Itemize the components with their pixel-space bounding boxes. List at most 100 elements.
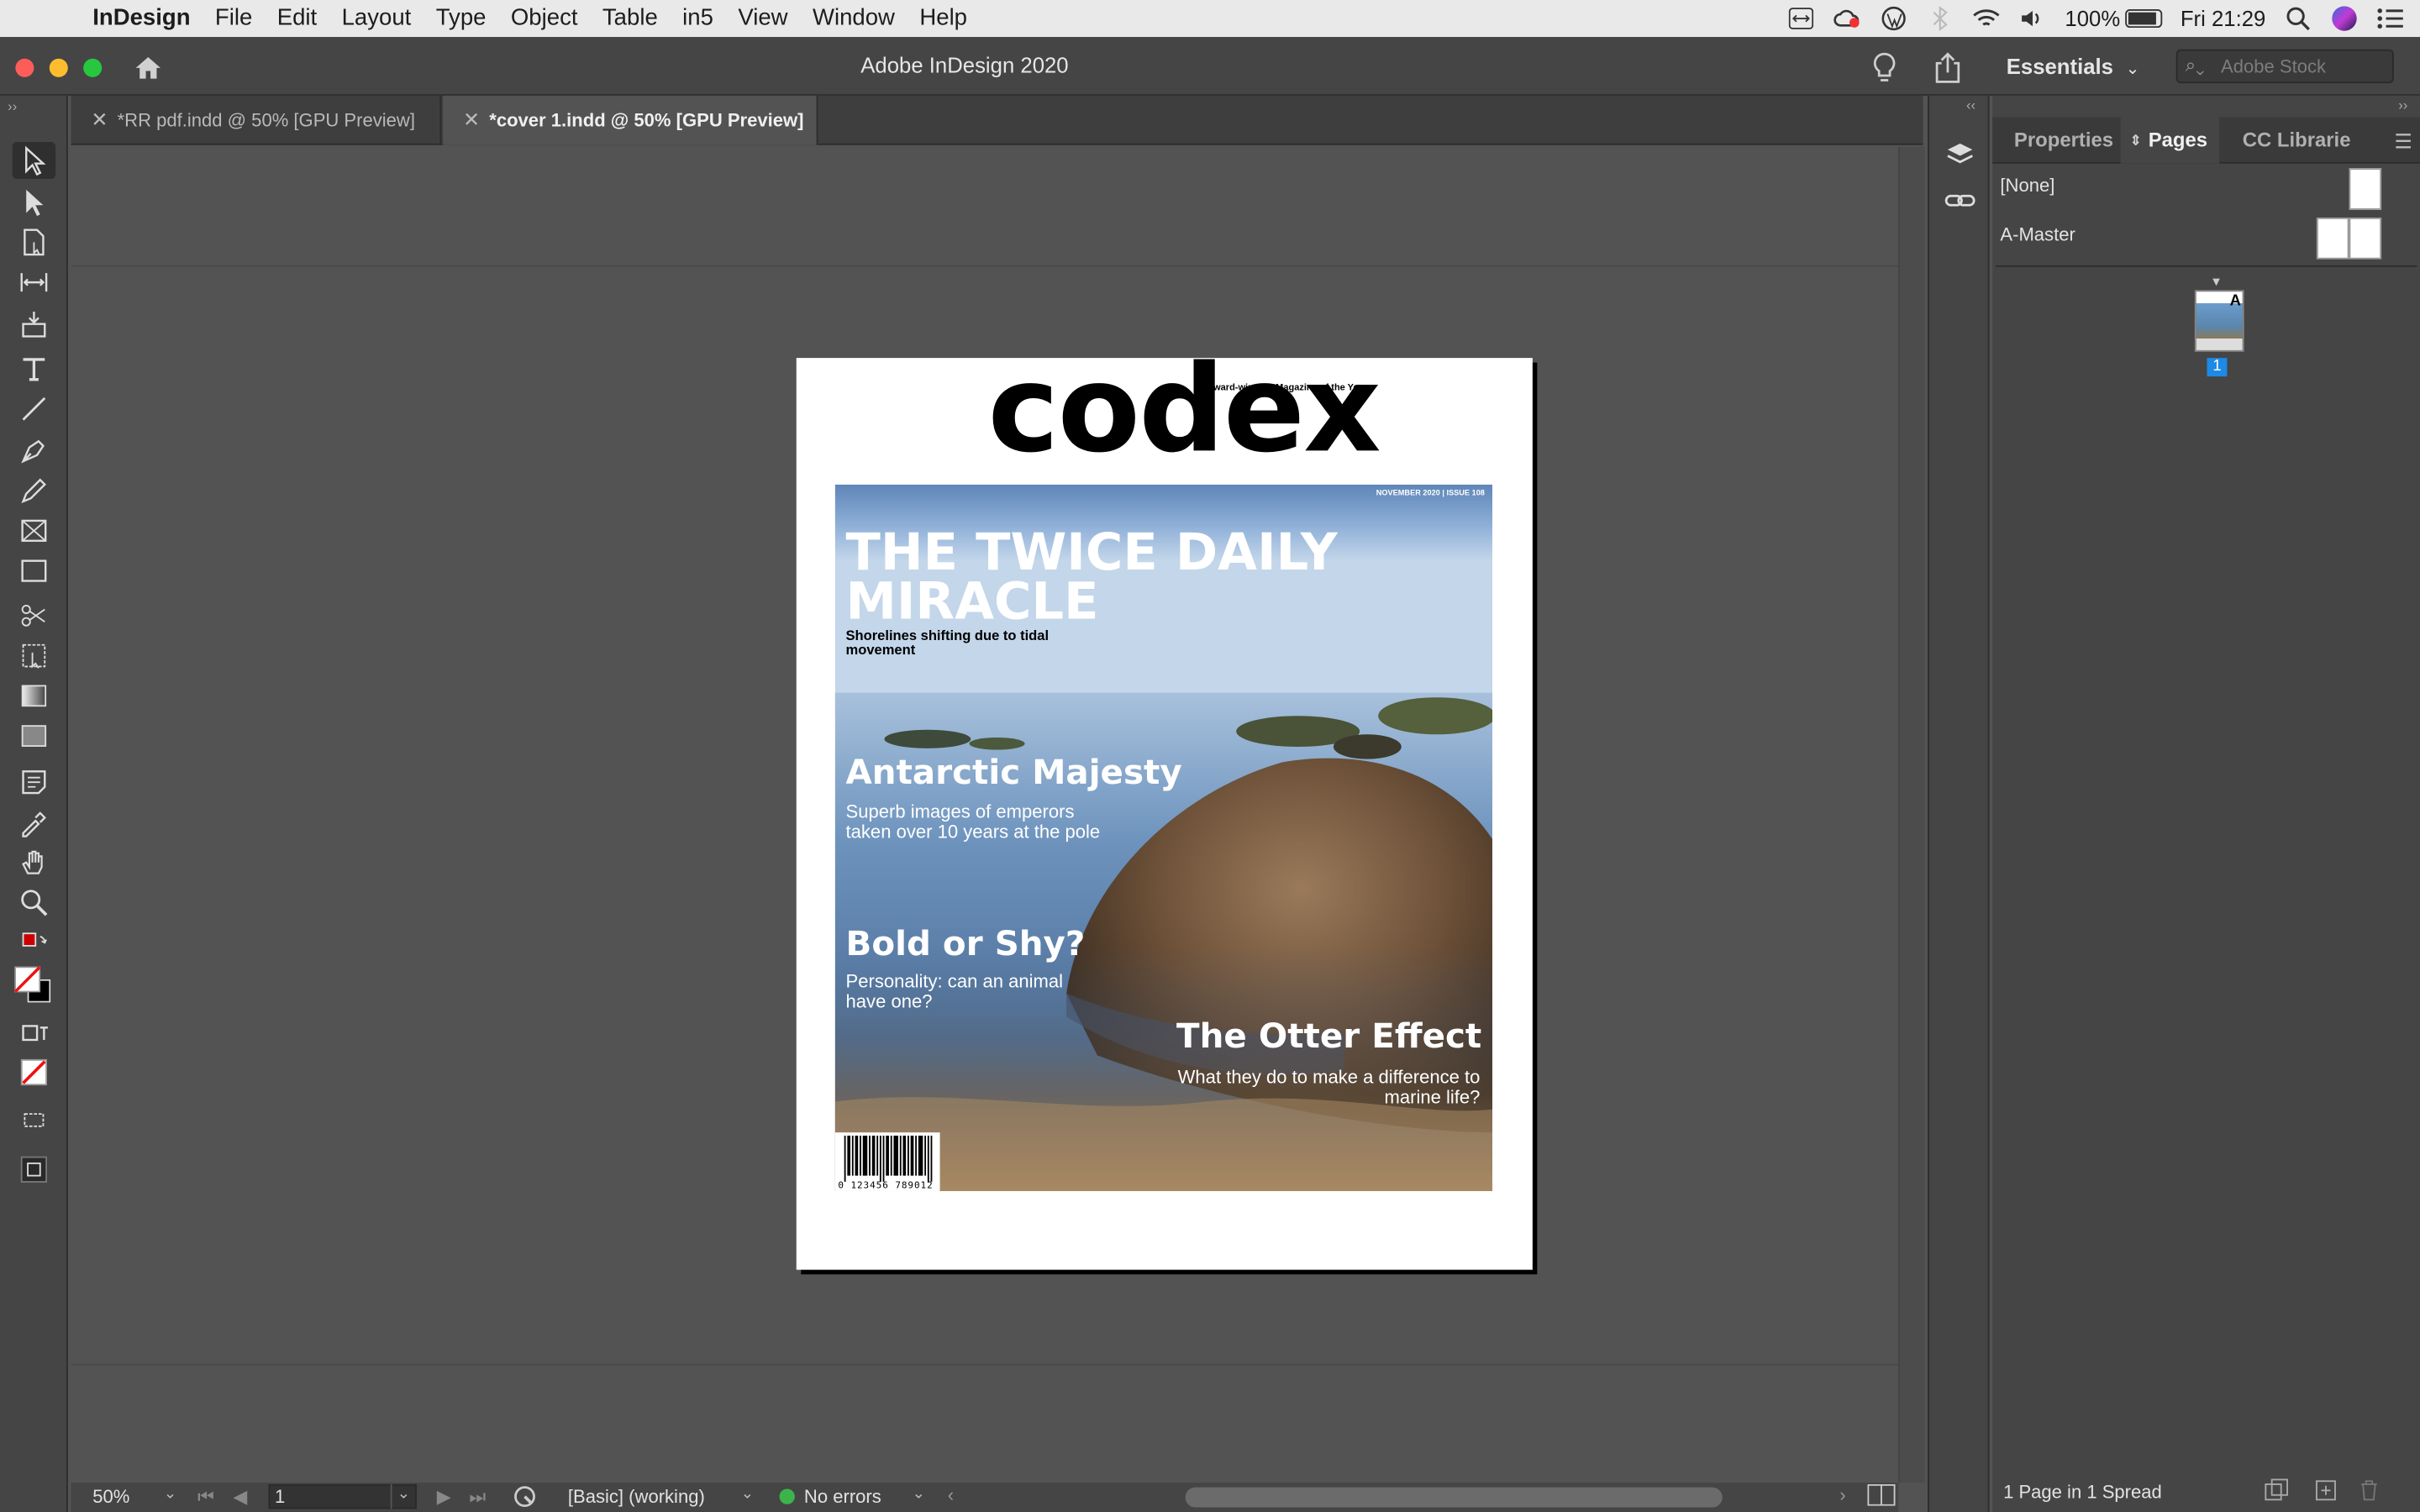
headline-antarctic[interactable]: Antarctic Majesty bbox=[846, 754, 1182, 793]
vertical-scrollbar[interactable] bbox=[1898, 146, 1925, 1483]
tab-cover-1[interactable]: ✕ *cover 1.indd @ 50% [GPU Preview] bbox=[443, 95, 818, 145]
eyedropper-tool-icon[interactable] bbox=[13, 804, 55, 841]
panel-menu-icon[interactable]: ☰ bbox=[2394, 129, 2412, 154]
headline-bold-shy[interactable]: Bold or Shy? bbox=[846, 926, 1086, 964]
masthead[interactable]: codex bbox=[988, 344, 1381, 478]
headline-otter[interactable]: The Otter Effect bbox=[1176, 1018, 1481, 1057]
new-page-icon[interactable] bbox=[2313, 1478, 2338, 1508]
page-chevron-down-icon[interactable]: ⌄ bbox=[390, 1483, 415, 1509]
menu-object[interactable]: Object bbox=[498, 0, 590, 37]
pen-tool-icon[interactable] bbox=[13, 432, 55, 469]
gradient-swatch-tool-icon[interactable] bbox=[13, 677, 55, 714]
notification-center-icon[interactable] bbox=[2377, 6, 2405, 30]
menu-in5[interactable]: in5 bbox=[670, 0, 725, 37]
page-number-field[interactable]: 1 ⌄ bbox=[268, 1483, 417, 1509]
split-window-icon[interactable] bbox=[1867, 1483, 1896, 1510]
selection-tool-icon[interactable] bbox=[12, 141, 56, 180]
first-page-icon[interactable]: ⏮ bbox=[197, 1486, 214, 1509]
wifi-icon[interactable] bbox=[1972, 6, 2000, 30]
horizontal-scrollbar[interactable] bbox=[1185, 1487, 1723, 1508]
spotlight-search-icon[interactable] bbox=[2284, 6, 2312, 31]
next-page-icon[interactable]: ▶ bbox=[437, 1486, 451, 1508]
preflight-chevron-down-icon[interactable]: ⌄ bbox=[913, 1486, 925, 1503]
screen-mode-icon[interactable] bbox=[13, 1101, 55, 1138]
master-a-thumb-left[interactable] bbox=[2316, 217, 2349, 260]
zoom-chevron-down-icon[interactable]: ⌄ bbox=[164, 1486, 176, 1503]
type-tool-icon[interactable] bbox=[13, 350, 55, 387]
rectangle-frame-tool-icon[interactable] bbox=[13, 512, 55, 549]
profile-chevron-down-icon[interactable]: ⌄ bbox=[741, 1486, 754, 1503]
note-tool-icon[interactable] bbox=[13, 764, 55, 801]
scroll-left-icon[interactable]: ‹ bbox=[948, 1484, 954, 1506]
scroll-right-icon[interactable]: › bbox=[1839, 1484, 1845, 1506]
close-tab-icon[interactable]: ✕ bbox=[91, 96, 108, 145]
preflight-profile[interactable]: [Basic] (working) bbox=[568, 1486, 705, 1508]
scissors-tool-icon[interactable] bbox=[13, 597, 55, 634]
menu-window[interactable]: Window bbox=[800, 0, 907, 37]
menu-help[interactable]: Help bbox=[908, 0, 980, 37]
links-icon[interactable] bbox=[1944, 188, 1975, 221]
layers-icon[interactable] bbox=[1944, 139, 1975, 177]
adobe-stock-search[interactable]: ⌕⌄ Adobe Stock bbox=[2175, 49, 2394, 84]
headline-tidal[interactable]: THE TWICE DAILY MIRACLE bbox=[846, 526, 1464, 627]
fill-stroke-swatch-icon[interactable] bbox=[13, 959, 55, 1011]
subhead-otter[interactable]: What they do to make a difference to mar… bbox=[1156, 1068, 1481, 1106]
master-none-thumb[interactable] bbox=[2349, 168, 2382, 210]
expand-dock-icon[interactable]: ‹‹ bbox=[1966, 97, 1975, 113]
menubar-clock[interactable]: Fri 21:29 bbox=[2181, 6, 2265, 30]
page-1-thumb[interactable]: A bbox=[2194, 290, 2244, 352]
share-icon[interactable] bbox=[1933, 51, 1964, 93]
free-transform-tool-icon[interactable] bbox=[13, 638, 55, 675]
tab-properties[interactable]: Properties bbox=[2002, 118, 2126, 164]
menu-view[interactable]: View bbox=[726, 0, 801, 37]
tab-rr-pdf[interactable]: ✕ *RR pdf.indd @ 50% [GPU Preview] bbox=[71, 95, 442, 145]
menu-type[interactable]: Type bbox=[424, 0, 498, 37]
subhead-bold-shy[interactable]: Personality: can an animal have one? bbox=[846, 972, 1108, 1011]
cover-photo[interactable]: NOVEMBER 2020 | ISSUE 108 THE TWICE DAIL… bbox=[834, 484, 1493, 1191]
battery-indicator[interactable]: 100% bbox=[2065, 6, 2162, 31]
preflight-status[interactable]: No errors bbox=[779, 1486, 881, 1507]
barcode[interactable]: 0 123456 789012 bbox=[834, 1132, 940, 1191]
previous-page-icon[interactable]: ◀ bbox=[233, 1486, 247, 1508]
subhead-tidal[interactable]: Shorelines shifting due to tidal movemen… bbox=[846, 628, 1062, 657]
creative-cloud-icon[interactable] bbox=[1833, 6, 1861, 30]
masthead-tagline[interactable]: Award-winning Magazine of the Year bbox=[1207, 384, 1367, 393]
master-none-label[interactable]: [None] bbox=[2000, 175, 2054, 197]
formatting-container-icon[interactable] bbox=[13, 1016, 55, 1053]
menu-table[interactable]: Table bbox=[590, 0, 670, 37]
gap-tool-icon[interactable] bbox=[13, 264, 55, 301]
wordpress-icon[interactable] bbox=[1880, 6, 1907, 31]
zoom-level[interactable]: 50% bbox=[92, 1486, 129, 1508]
tab-pages[interactable]: ⇕ Pages bbox=[2120, 117, 2220, 164]
hand-tool-icon[interactable] bbox=[13, 844, 55, 881]
preflight-icon[interactable] bbox=[513, 1484, 537, 1512]
volume-icon[interactable] bbox=[2018, 6, 2046, 30]
master-a-thumb-right[interactable] bbox=[2349, 217, 2382, 260]
subhead-antarctic[interactable]: Superb images of emperors taken over 10 … bbox=[846, 802, 1108, 841]
document-page[interactable]: codex Award-winning Magazine of the Year bbox=[796, 344, 1533, 1270]
content-collector-icon[interactable] bbox=[13, 306, 55, 343]
apply-none-icon[interactable] bbox=[13, 1053, 55, 1090]
lightbulb-icon[interactable] bbox=[1869, 51, 1900, 93]
pencil-tool-icon[interactable] bbox=[13, 472, 55, 509]
collapse-toolbar-icon[interactable]: ›› bbox=[8, 99, 17, 114]
edit-page-size-icon[interactable] bbox=[2264, 1478, 2291, 1508]
menu-app[interactable]: InDesign bbox=[68, 0, 203, 37]
swap-fill-stroke-icon[interactable] bbox=[13, 924, 55, 961]
delete-page-icon[interactable] bbox=[2357, 1478, 2381, 1508]
tab-cc-libraries[interactable]: CC Librarie bbox=[2230, 118, 2363, 164]
rectangle-tool-icon[interactable] bbox=[13, 553, 55, 590]
line-tool-icon[interactable] bbox=[13, 391, 55, 428]
menu-edit[interactable]: Edit bbox=[265, 0, 329, 37]
gradient-feather-tool-icon[interactable] bbox=[13, 717, 55, 754]
menu-layout[interactable]: Layout bbox=[329, 0, 424, 37]
close-tab-icon[interactable]: ✕ bbox=[463, 96, 480, 145]
collapse-panel-icon[interactable]: ›› bbox=[2398, 97, 2407, 113]
siri-icon[interactable] bbox=[2330, 6, 2358, 31]
issue-date[interactable]: NOVEMBER 2020 | ISSUE 108 bbox=[1376, 489, 1485, 498]
master-a-label[interactable]: A-Master bbox=[2000, 223, 2075, 245]
last-page-icon[interactable]: ⏭ bbox=[469, 1486, 486, 1509]
teamviewer-icon[interactable] bbox=[1787, 6, 1815, 30]
zoom-tool-icon[interactable] bbox=[13, 884, 55, 921]
pasteboard[interactable]: codex Award-winning Magazine of the Year bbox=[71, 146, 1899, 1483]
